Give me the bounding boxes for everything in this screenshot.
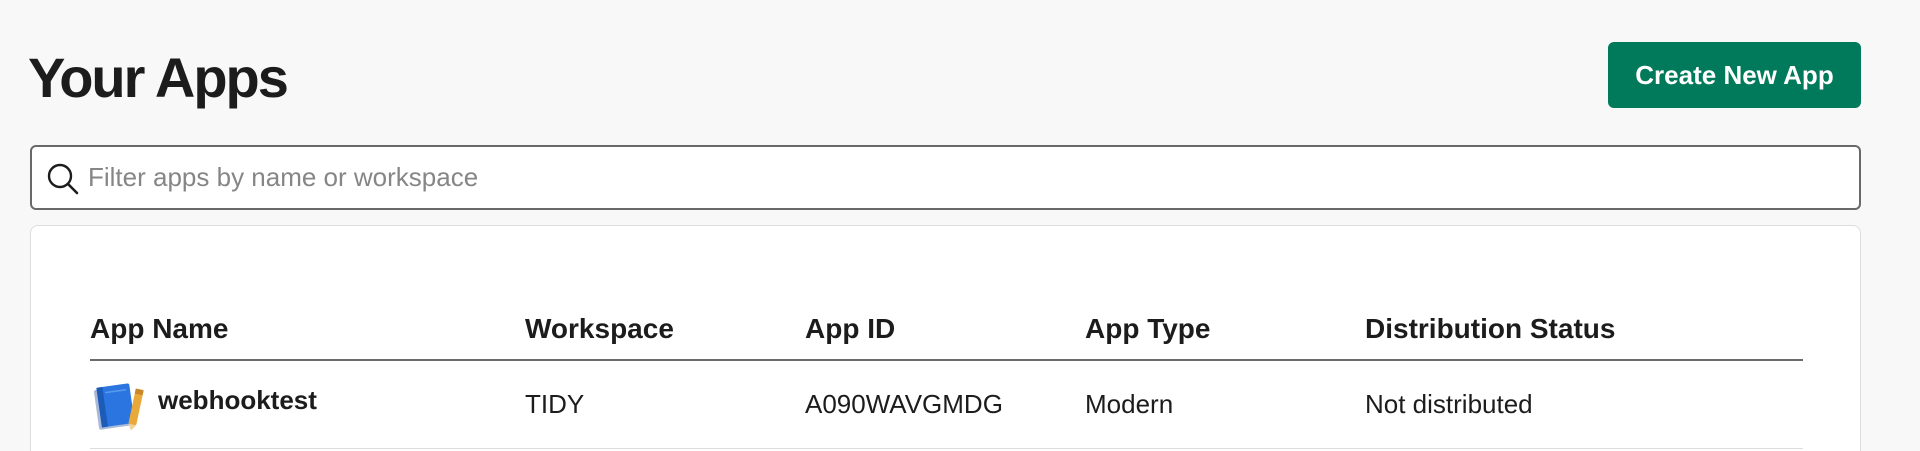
- search-box[interactable]: [30, 145, 1861, 210]
- column-header-app-type: App Type: [1085, 313, 1211, 344]
- apps-table-card: App Name Workspace App ID App Type Distr…: [30, 225, 1861, 451]
- distribution-status-cell: Not distributed: [1365, 389, 1533, 419]
- apps-table: App Name Workspace App ID App Type Distr…: [90, 301, 1803, 449]
- column-header-distribution-status: Distribution Status: [1365, 313, 1616, 344]
- table-header: App Name Workspace App ID App Type Distr…: [90, 301, 1803, 361]
- column-header-app-name: App Name: [90, 313, 229, 344]
- apps-page: Your Apps Create New App App Name Worksp…: [0, 0, 1920, 451]
- app-name-link[interactable]: webhooktest: [158, 385, 317, 416]
- search-input[interactable]: [88, 147, 1848, 208]
- search-icon: [47, 163, 79, 195]
- app-name-cell[interactable]: webhooktest: [90, 377, 525, 433]
- workspace-cell: TIDY: [525, 389, 585, 419]
- create-new-app-button[interactable]: Create New App: [1608, 42, 1861, 108]
- column-header-app-id: App ID: [805, 313, 896, 344]
- table-row[interactable]: webhooktest TIDY A090WAVGMDG Modern Not …: [90, 361, 1803, 449]
- app-type-cell: Modern: [1085, 389, 1174, 419]
- notebook-icon: [93, 383, 144, 430]
- app-id-cell: A090WAVGMDG: [805, 389, 1003, 419]
- column-header-workspace: Workspace: [525, 313, 674, 344]
- page-title: Your Apps: [28, 46, 289, 109]
